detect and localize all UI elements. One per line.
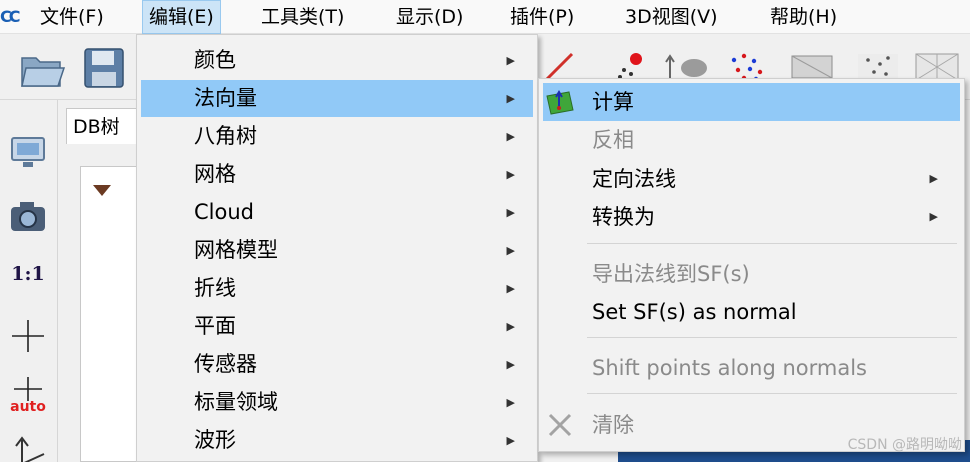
edit-menu-item-octree[interactable]: 八角树 ▶ — [141, 118, 533, 155]
menu-file[interactable]: 文件(F) — [34, 0, 110, 34]
normals-submenu: 计算 反相 定向法线 ▶ 转换为 ▶ 导出法线到SF(s) Set SF(s) as… — [538, 78, 965, 452]
menu-item-label: 平面 — [194, 314, 236, 338]
menu-plugins[interactable]: 插件(P) — [504, 0, 580, 34]
normals-convert-item[interactable]: 转换为 ▶ — [543, 198, 960, 236]
submenu-item-label: 导出法线到SF(s) — [592, 262, 750, 286]
submenu-arrow-icon: ▶ — [506, 320, 515, 333]
submenu-arrow-icon: ▶ — [929, 210, 938, 223]
normals-invert-item: 反相 — [543, 121, 960, 159]
submenu-item-label: 反相 — [592, 128, 634, 152]
normals-export-sf-item: 导出法线到SF(s) — [543, 255, 960, 293]
menu-help[interactable]: 帮助(H) — [764, 0, 843, 34]
menu-item-label: 波形 — [194, 428, 236, 452]
menu-bar: CC 文件(F) 编辑(E) 工具类(T) 显示(D) 插件(P) 3D视图(V… — [0, 0, 970, 34]
menu-item-label: 法向量 — [194, 86, 257, 110]
submenu-arrow-icon: ▶ — [929, 172, 938, 185]
left-view-toolbar: 1:1 auto — [0, 100, 58, 462]
zoom-1-to-1-button[interactable]: 1:1 — [6, 252, 50, 296]
watermark: CSDN @路明呦呦 — [847, 437, 962, 453]
normals-shift-points-item: Shift points along normals — [543, 349, 960, 387]
edit-menu-item-sensor[interactable]: 传感器 ▶ — [141, 346, 533, 383]
menu-3d-view[interactable]: 3D视图(V) — [619, 0, 724, 34]
menu-item-label: 折线 — [194, 276, 236, 300]
submenu-arrow-icon: ▶ — [506, 54, 515, 67]
edit-menu-item-normals[interactable]: 法向量 ▶ — [141, 80, 533, 117]
menu-item-label: 标量领域 — [194, 390, 278, 414]
menu-separator — [587, 337, 957, 338]
pivot-cross-icon[interactable] — [6, 314, 50, 358]
auto-pivot-cross-icon — [14, 377, 42, 401]
menu-item-label: 网格 — [194, 162, 236, 186]
save-icon[interactable] — [82, 46, 126, 94]
clear-x-icon — [545, 411, 575, 439]
edit-menu: 颜色 ▶ 法向量 ▶ 八角树 ▶ 网格 ▶ Cloud ▶ 网格模型 ▶ 折线 ▶ 平面 ▶ 传… — [136, 34, 538, 462]
submenu-arrow-icon: ▶ — [506, 358, 515, 371]
submenu-item-label: 计算 — [592, 90, 634, 114]
submenu-item-label: 定向法线 — [592, 167, 676, 191]
edit-menu-item-waveform[interactable]: 波形 ▶ — [141, 422, 533, 459]
menu-edit[interactable]: 编辑(E) — [142, 0, 221, 34]
expand-arrow-icon[interactable] — [93, 185, 111, 196]
menu-item-label: 八角树 — [194, 124, 257, 148]
submenu-item-label: 清除 — [592, 413, 634, 437]
app-logo-icon: CC — [0, 7, 20, 26]
submenu-arrow-icon: ▶ — [506, 434, 515, 447]
menu-display[interactable]: 显示(D) — [390, 0, 469, 34]
normals-set-sf-item[interactable]: Set SF(s) as normal — [543, 293, 960, 331]
camera-icon[interactable] — [6, 194, 50, 238]
tab-db-tree[interactable]: DB树 — [66, 108, 146, 144]
menu-item-label: 传感器 — [194, 352, 257, 376]
axis-view-icon[interactable] — [6, 426, 50, 462]
edit-menu-item-mesh[interactable]: 网格模型 ▶ — [141, 232, 533, 269]
submenu-arrow-icon: ▶ — [506, 92, 515, 105]
compute-normals-icon — [545, 88, 575, 116]
open-folder-icon[interactable] — [18, 46, 66, 96]
normals-orient-item[interactable]: 定向法线 ▶ — [543, 160, 960, 198]
submenu-item-label: Set SF(s) as normal — [592, 300, 797, 324]
menu-item-label: 颜色 — [194, 48, 236, 72]
menu-tools[interactable]: 工具类(T) — [255, 0, 350, 34]
monitor-icon[interactable] — [6, 130, 50, 174]
menu-item-label: 网格模型 — [194, 238, 278, 262]
db-tree-panel: DB树 — [58, 100, 150, 462]
menu-separator — [587, 393, 957, 394]
submenu-arrow-icon: ▶ — [506, 282, 515, 295]
submenu-arrow-icon: ▶ — [506, 130, 515, 143]
submenu-arrow-icon: ▶ — [506, 244, 515, 257]
menu-separator — [587, 243, 957, 244]
edit-menu-item-scalar-fields[interactable]: 标量领域 ▶ — [141, 384, 533, 421]
edit-menu-item-cloud[interactable]: Cloud ▶ — [141, 194, 533, 231]
submenu-arrow-icon: ▶ — [506, 206, 515, 219]
edit-menu-item-grid[interactable]: 网格 ▶ — [141, 156, 533, 193]
edit-menu-item-plane[interactable]: 平面 ▶ — [141, 308, 533, 345]
edit-menu-item-polyline[interactable]: 折线 ▶ — [141, 270, 533, 307]
submenu-item-label: Shift points along normals — [592, 356, 867, 380]
auto-label: auto — [10, 399, 46, 415]
edit-menu-item-colors[interactable]: 颜色 ▶ — [141, 42, 533, 79]
menu-item-label: Cloud — [194, 200, 254, 224]
submenu-arrow-icon: ▶ — [506, 168, 515, 181]
submenu-item-label: 转换为 — [592, 205, 655, 229]
auto-pivot-button[interactable]: auto — [6, 372, 50, 416]
normals-compute-item[interactable]: 计算 — [543, 83, 960, 121]
submenu-arrow-icon: ▶ — [506, 396, 515, 409]
